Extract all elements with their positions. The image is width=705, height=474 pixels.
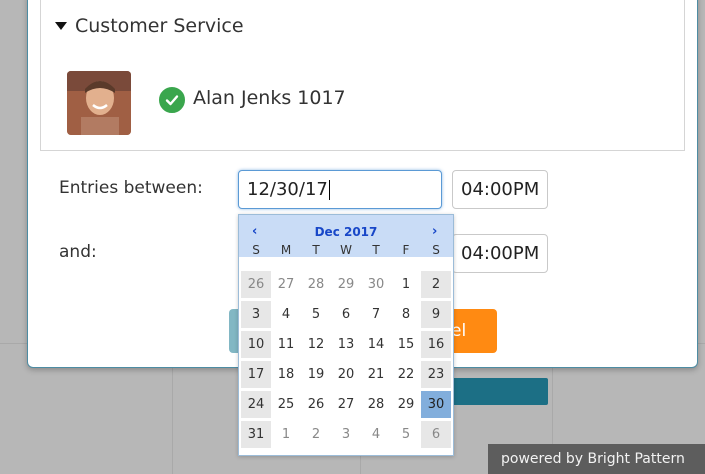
calendar-day[interactable]: 10 [241,331,271,358]
end-time-value: 04:00PM [461,243,540,264]
calendar-day[interactable]: 22 [391,361,421,388]
calendar-day[interactable]: 20 [331,361,361,388]
collapse-triangle-icon[interactable] [55,22,67,30]
calendar-day[interactable]: 13 [331,331,361,358]
end-time-input[interactable]: 04:00PM [452,234,548,273]
online-check-icon [157,85,187,115]
calendar-day[interactable]: 31 [241,421,271,448]
user-name: Alan Jenks 1017 [193,87,346,109]
weekday-label: F [402,243,410,257]
calendar-day[interactable]: 21 [361,361,391,388]
calendar-day[interactable]: 15 [391,331,421,358]
calendar-day[interactable]: 24 [241,391,271,418]
date-picker: ‹ Dec 2017 › S M T W T F S 26 27 28 29 30 1 2 3… [238,214,454,456]
calendar-day[interactable]: 3 [331,421,361,448]
calendar-day[interactable]: 30 [421,391,451,418]
calendar-day[interactable]: 2 [421,271,451,298]
calendar-day[interactable]: 9 [421,301,451,328]
text-caret [328,179,330,200]
calendar-day[interactable]: 6 [331,301,361,328]
calendar-day[interactable]: 25 [271,391,301,418]
calendar-day[interactable]: 8 [391,301,421,328]
calendar-day[interactable]: 2 [301,421,331,448]
calendar-day[interactable]: 30 [361,271,391,298]
calendar-day[interactable]: 3 [241,301,271,328]
background-line [172,366,173,474]
weekday-label: S [432,243,440,257]
calendar-day[interactable]: 17 [241,361,271,388]
calendar-day[interactable]: 6 [421,421,451,448]
avatar [67,71,131,135]
calendar-day[interactable]: 4 [361,421,391,448]
weekday-label: M [280,243,292,257]
calendar-day[interactable]: 28 [301,271,331,298]
next-month-icon[interactable]: › [432,224,437,239]
and-label: and: [59,242,97,262]
user-photo-icon [67,71,131,135]
calendar-day[interactable]: 11 [271,331,301,358]
calendar-day[interactable]: 29 [391,391,421,418]
calendar-day[interactable]: 27 [271,271,301,298]
calendar-day[interactable]: 26 [241,271,271,298]
weekday-label: T [312,243,320,257]
calendar-day[interactable]: 12 [301,331,331,358]
section-title: Customer Service [75,15,244,37]
calendar-day[interactable]: 27 [331,391,361,418]
start-date-value: 12/30/17 [247,179,328,200]
calendar-day[interactable]: 29 [331,271,361,298]
calendar-day[interactable]: 14 [361,331,391,358]
weekday-label: W [340,243,352,257]
section-header[interactable]: Customer Service [55,13,244,39]
calendar-day[interactable]: 23 [421,361,451,388]
calendar-day[interactable]: 18 [271,361,301,388]
calendar-day[interactable]: 28 [361,391,391,418]
calendar-day[interactable]: 5 [301,301,331,328]
start-date-input[interactable]: 12/30/17 [238,170,442,209]
calendar-day[interactable]: 19 [301,361,331,388]
calendar-month-title[interactable]: Dec 2017 [239,225,453,239]
customer-service-section: Customer Service Alan Jenks 1017 [40,0,685,151]
calendar-day[interactable]: 1 [391,271,421,298]
start-time-value: 04:00PM [461,179,540,200]
calendar-day[interactable]: 16 [421,331,451,358]
weekday-label: T [372,243,380,257]
start-time-input[interactable]: 04:00PM [452,170,548,209]
calendar-day[interactable]: 5 [391,421,421,448]
calendar-day[interactable]: 4 [271,301,301,328]
powered-by-footer[interactable]: powered by Bright Pattern [488,444,705,474]
weekday-label: S [252,243,260,257]
entries-between-label: Entries between: [59,178,203,198]
calendar-day[interactable]: 1 [271,421,301,448]
calendar-day[interactable]: 7 [361,301,391,328]
calendar-day[interactable]: 26 [301,391,331,418]
